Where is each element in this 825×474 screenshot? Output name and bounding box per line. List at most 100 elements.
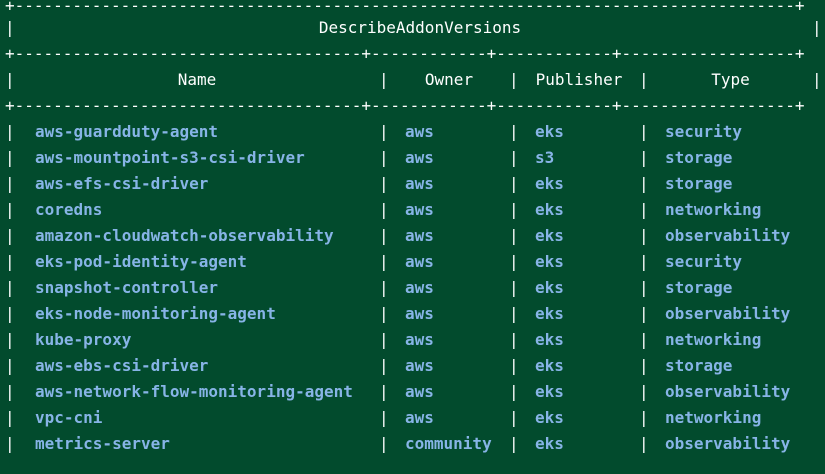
border-pipe: | (5, 356, 15, 375)
border-pipe: | (5, 304, 15, 323)
cell-name: vpc-cni (35, 408, 103, 427)
table-row: | | | | coredns aws eks networking (0, 197, 825, 223)
cell-publisher: eks (535, 304, 564, 323)
border-pipe: | (379, 148, 389, 167)
table-row: | | | | aws-mountpoint-s3-csi-driver aws s3 sto… (0, 145, 825, 171)
border-pipe: | (509, 226, 519, 245)
cell-type: observability (665, 434, 791, 453)
cell-type: security (665, 122, 743, 141)
border-pipe: | (509, 174, 519, 193)
cell-name: aws-ebs-csi-driver (35, 356, 209, 375)
cell-publisher: eks (535, 382, 564, 401)
border-pipe: | (639, 122, 649, 141)
cell-type: observability (665, 382, 791, 401)
table-border-title: +------------------------------------+--… (5, 44, 805, 63)
border-pipe: | (509, 382, 519, 401)
cell-publisher: eks (535, 408, 564, 427)
cell-name: snapshot-controller (35, 278, 219, 297)
cell-type: storage (665, 356, 733, 375)
cell-owner: aws (405, 252, 434, 271)
border-pipe: | (639, 356, 649, 375)
table-row: | | | | vpc-cni aws eks networking (0, 405, 825, 431)
cell-publisher: eks (535, 356, 564, 375)
table-row: | | | | snapshot-controller aws eks storage (0, 275, 825, 301)
column-header-publisher: Publisher (535, 70, 623, 89)
column-header-type: Type (711, 70, 750, 89)
table-row: | | | | eks-pod-identity-agent aws eks security (0, 249, 825, 275)
cell-owner: aws (405, 148, 434, 167)
border-pipe: | (379, 252, 389, 271)
cell-type: observability (665, 226, 791, 245)
border-pipe: | (5, 434, 15, 453)
cell-owner: aws (405, 122, 434, 141)
border-pipe: | (379, 70, 389, 89)
border-pipe: | (509, 356, 519, 375)
table-row: | | | | metrics-server community eks observabil… (0, 431, 825, 457)
cell-type: security (665, 252, 743, 271)
border-pipe: | (379, 122, 389, 141)
cell-owner: aws (405, 330, 434, 349)
cell-publisher: eks (535, 278, 564, 297)
table-header-row: | | | | | Name Owner Publisher Type (0, 67, 825, 93)
border-pipe: | (5, 174, 15, 193)
cell-publisher: eks (535, 122, 564, 141)
border-pipe: | (639, 200, 649, 219)
border-pipe: | (509, 70, 519, 89)
table-row: | | | | eks-node-monitoring-agent aws eks obser… (0, 301, 825, 327)
border-pipe: | (5, 70, 15, 89)
cell-name: amazon-cloudwatch-observability (35, 226, 334, 245)
border-pipe: | (5, 408, 15, 427)
border-pipe: | (379, 278, 389, 297)
border-pipe: | (639, 174, 649, 193)
border-pipe: | (639, 434, 649, 453)
cell-owner: aws (405, 304, 434, 323)
border-pipe: | (509, 148, 519, 167)
table-title: DescribeAddonVersions (318, 18, 522, 37)
cell-name: aws-efs-csi-driver (35, 174, 209, 193)
border-pipe: | (379, 434, 389, 453)
border-pipe: | (379, 174, 389, 193)
cell-publisher: s3 (535, 148, 555, 167)
cell-owner: aws (405, 174, 434, 193)
border-pipe: | (639, 304, 649, 323)
cell-owner: community (405, 434, 492, 453)
border-pipe: | (379, 304, 389, 323)
border-pipe: | (5, 200, 15, 219)
border-pipe: | (5, 252, 15, 271)
border-pipe: | (639, 252, 649, 271)
cell-owner: aws (405, 382, 434, 401)
border-pipe: | (379, 200, 389, 219)
border-pipe: | (639, 278, 649, 297)
border-pipe: | (379, 330, 389, 349)
cell-name: aws-guardduty-agent (35, 122, 219, 141)
border-pipe: | (379, 226, 389, 245)
border-pipe: | (509, 330, 519, 349)
cell-publisher: eks (535, 174, 564, 193)
cell-publisher: eks (535, 200, 564, 219)
cell-type: networking (665, 408, 762, 427)
cell-type: storage (665, 278, 733, 297)
cell-publisher: eks (535, 434, 564, 453)
table-row: | | | | aws-network-flow-monitoring-agent aws… (0, 379, 825, 405)
table-row: | | | | kube-proxy aws eks networking (0, 327, 825, 353)
border-pipe: | (639, 148, 649, 167)
border-pipe: | (509, 200, 519, 219)
cell-owner: aws (405, 278, 434, 297)
column-header-owner: Owner (424, 70, 474, 89)
cell-publisher: eks (535, 226, 564, 245)
cell-name: eks-pod-identity-agent (35, 252, 247, 271)
cell-publisher: eks (535, 330, 564, 349)
border-pipe: | (5, 122, 15, 141)
border-pipe: | (812, 70, 822, 89)
cell-name: kube-proxy (35, 330, 132, 349)
table-row: | | | | aws-ebs-csi-driver aws eks storage (0, 353, 825, 379)
border-pipe: | (509, 304, 519, 323)
cell-name: coredns (35, 200, 103, 219)
border-pipe: | (5, 148, 15, 167)
border-pipe: | (639, 408, 649, 427)
cell-owner: aws (405, 200, 434, 219)
column-header-name: Name (177, 70, 217, 89)
cell-owner: aws (405, 408, 434, 427)
cell-name: aws-network-flow-monitoring-agent (35, 382, 353, 401)
table-title-row: | DescribeAddonVersions | (0, 15, 825, 41)
